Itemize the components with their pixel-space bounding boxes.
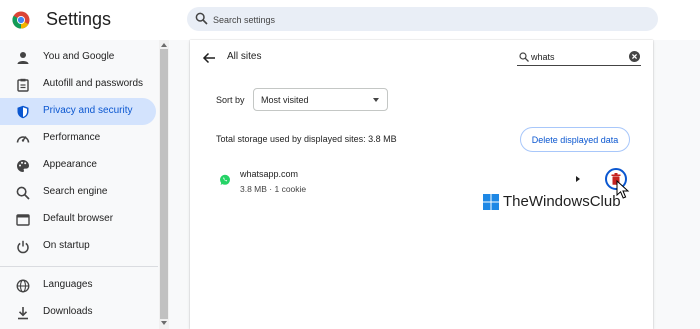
clipboard-icon [17, 78, 29, 92]
sidebar-item-label: Languages [43, 279, 93, 290]
watermark-text: TheWindowsClub [503, 193, 621, 210]
shield-icon [17, 105, 29, 119]
filter-input[interactable] [531, 50, 623, 64]
site-filter[interactable] [517, 49, 641, 66]
sidebar-item-label: Autofill and passwords [43, 78, 144, 89]
delete-displayed-data-button[interactable]: Delete displayed data [520, 127, 630, 152]
top-bar: Settings [0, 0, 700, 40]
sidebar: You and Google Autofill and passwords Pr… [0, 40, 158, 329]
expand-arrow-icon[interactable] [576, 176, 580, 182]
site-usage: 3.8 MB · 1 cookie [240, 184, 307, 194]
sidebar-item-you-and-google[interactable]: You and Google [0, 44, 156, 71]
search-icon [195, 12, 208, 25]
sidebar-item-label: Downloads [43, 306, 93, 317]
sidebar-item-on-startup[interactable]: On startup [0, 233, 156, 260]
sidebar-item-label: You and Google [43, 51, 115, 62]
chevron-down-icon [373, 98, 379, 102]
scroll-up-icon[interactable] [161, 43, 167, 47]
globe-icon [16, 279, 30, 293]
clear-search-icon[interactable] [629, 51, 640, 62]
subpage-title: All sites [227, 51, 262, 62]
total-storage-text: Total storage used by displayed sites: 3… [216, 134, 397, 144]
site-name[interactable]: whatsapp.com [240, 169, 298, 179]
browser-window-icon [16, 214, 30, 226]
download-icon [18, 307, 28, 320]
search-input[interactable] [211, 10, 635, 30]
sort-selected-value: Most visited [261, 95, 309, 105]
scrollbar-thumb[interactable] [160, 49, 168, 319]
sort-dropdown[interactable]: Most visited [253, 88, 388, 111]
page-title: Settings [46, 9, 112, 29]
windows-logo-icon [483, 194, 499, 210]
power-icon [17, 240, 29, 254]
back-arrow-icon[interactable] [202, 51, 216, 65]
sidebar-item-privacy-and-security[interactable]: Privacy and security [0, 98, 156, 125]
person-icon [17, 52, 29, 64]
settings-search[interactable] [187, 7, 658, 31]
sidebar-item-appearance[interactable]: Appearance [0, 152, 156, 179]
sidebar-item-label: Default browser [43, 213, 114, 224]
sidebar-item-autofill[interactable]: Autofill and passwords [0, 71, 156, 98]
scroll-down-icon[interactable] [161, 321, 167, 325]
sidebar-item-default-browser[interactable]: Default browser [0, 206, 156, 233]
chrome-logo-icon [12, 11, 30, 29]
palette-icon [17, 160, 29, 172]
sidebar-item-label: Privacy and security [43, 105, 133, 116]
sidebar-item-label: Search engine [43, 186, 108, 197]
sort-label: Sort by [216, 95, 245, 105]
sidebar-item-languages[interactable]: Languages [0, 272, 156, 299]
watermark: TheWindowsClub [483, 193, 633, 213]
sidebar-item-label: Performance [43, 132, 101, 143]
sidebar-item-downloads[interactable]: Downloads [0, 299, 156, 326]
sidebar-item-label: Appearance [43, 159, 97, 170]
sidebar-item-search-engine[interactable]: Search engine [0, 179, 156, 206]
whatsapp-icon [220, 174, 230, 185]
sidebar-item-label: On startup [43, 240, 90, 251]
sidebar-scrollbar[interactable] [159, 40, 169, 329]
sidebar-item-performance[interactable]: Performance [0, 125, 156, 152]
search-icon [16, 186, 30, 200]
speedometer-icon [16, 136, 30, 143]
search-icon [519, 52, 529, 62]
sidebar-divider [0, 266, 158, 267]
